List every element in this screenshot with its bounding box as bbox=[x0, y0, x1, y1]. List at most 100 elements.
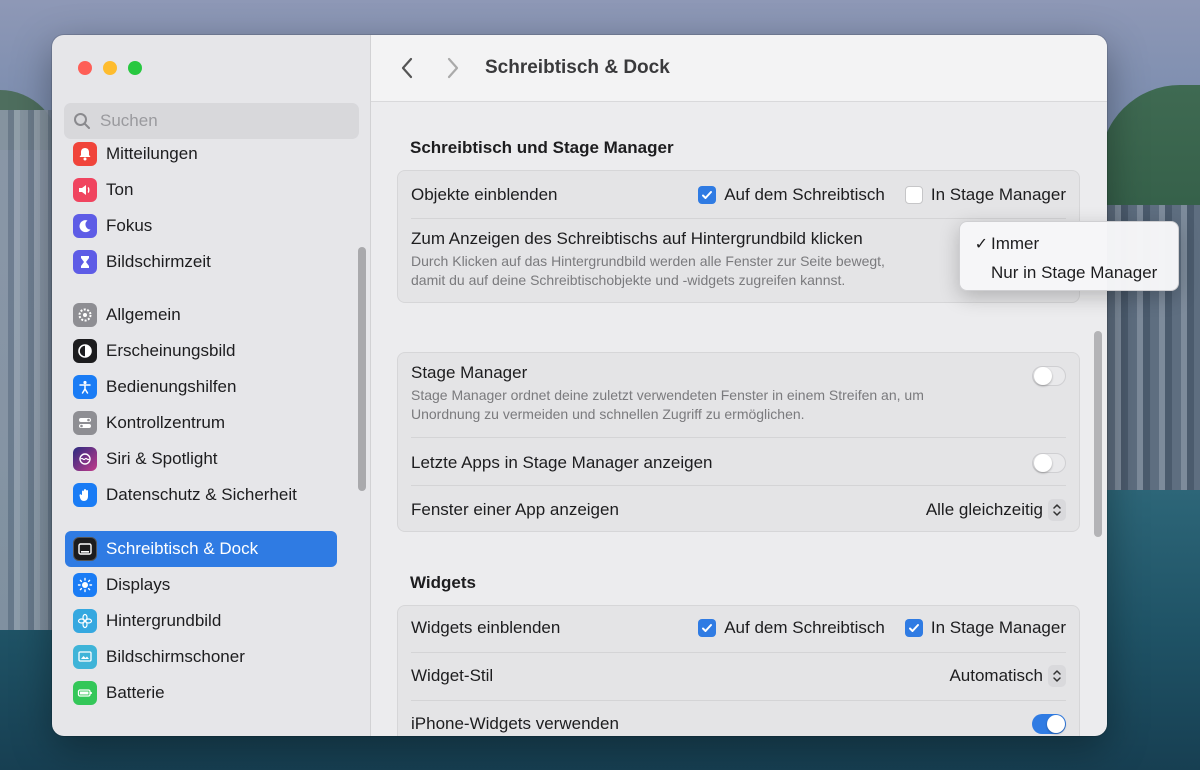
search-field[interactable] bbox=[64, 103, 359, 139]
minimize-window-button[interactable] bbox=[103, 61, 117, 75]
menu-item-label: Immer bbox=[991, 233, 1040, 253]
stage-manager-description: Stage Manager ordnet deine zuletzt verwe… bbox=[411, 386, 924, 424]
settings-content: Schreibtisch und Stage Manager Objekte e… bbox=[371, 103, 1107, 736]
section-title-desktop: Schreibtisch und Stage Manager bbox=[410, 138, 674, 157]
battery-icon bbox=[73, 681, 97, 705]
row-divider bbox=[411, 485, 1066, 486]
show-widgets-row: Widgets einblenden Auf dem Schreibtisch bbox=[411, 614, 1066, 642]
forward-button[interactable] bbox=[441, 56, 465, 80]
sidebar-item-label: Bildschirmschoner bbox=[106, 647, 245, 666]
app-windows-popup[interactable]: Alle gleichzeitig bbox=[926, 499, 1066, 521]
window-controls bbox=[78, 61, 142, 75]
sidebar-item-label: Siri & Spotlight bbox=[106, 449, 218, 468]
recent-apps-label: Letzte Apps in Stage Manager anzeigen bbox=[411, 453, 713, 472]
sidebar-item-label: Hintergrundbild bbox=[106, 611, 222, 630]
sidebar-item-label: Erscheinungsbild bbox=[106, 341, 236, 360]
sidebar-item-hintergrundbild[interactable]: Hintergrundbild bbox=[65, 603, 337, 639]
checkbox-checked-icon[interactable] bbox=[904, 619, 923, 637]
sidebar-item-kontrollzentrum[interactable]: Kontrollzentrum bbox=[65, 405, 337, 441]
sidebar-item-datenschutz[interactable]: Datenschutz & Sicherheit bbox=[65, 477, 337, 513]
widgets-stage-manager-checkbox[interactable]: In Stage Manager bbox=[904, 618, 1066, 638]
row-divider bbox=[411, 700, 1066, 701]
popup-value: Alle gleichzeitig bbox=[925, 500, 1043, 519]
menu-item-immer[interactable]: ✓ Immer bbox=[960, 229, 1178, 258]
sidebar-item-allgemein[interactable]: Allgemein bbox=[65, 297, 337, 333]
menu-item-nur-stage-manager[interactable]: Nur in Stage Manager bbox=[960, 258, 1178, 287]
flower-icon bbox=[73, 609, 97, 633]
chevron-right-icon bbox=[447, 57, 459, 79]
back-button[interactable] bbox=[395, 56, 419, 80]
checkbox-unchecked-icon[interactable] bbox=[904, 186, 923, 204]
sidebar-item-label: Datenschutz & Sicherheit bbox=[106, 485, 297, 504]
zoom-window-button[interactable] bbox=[128, 61, 142, 75]
row-divider bbox=[411, 218, 1066, 219]
iphone-widgets-toggle[interactable] bbox=[1032, 714, 1066, 734]
description-line: Stage Manager ordnet deine zuletzt verwe… bbox=[411, 387, 924, 403]
show-items-label: Objekte einblenden bbox=[411, 185, 558, 204]
hand-icon bbox=[73, 483, 97, 507]
row-divider bbox=[411, 437, 1066, 438]
toggle-knob bbox=[1034, 454, 1052, 472]
checkbox-checked-icon[interactable] bbox=[698, 186, 717, 204]
checkbox-checked-icon[interactable] bbox=[698, 619, 717, 637]
description-line: Unordnung zu vermeiden und schnellen Zug… bbox=[411, 406, 805, 422]
widget-style-popup[interactable]: Automatisch bbox=[949, 665, 1066, 687]
siri-icon bbox=[73, 447, 97, 471]
gear-icon bbox=[73, 303, 97, 327]
search-input[interactable] bbox=[100, 111, 340, 131]
widgets-desktop-checkbox[interactable]: Auf dem Schreibtisch bbox=[698, 618, 885, 638]
sidebar-scrollbar[interactable] bbox=[358, 247, 366, 491]
stage-manager-toggle[interactable] bbox=[1032, 366, 1066, 386]
up-down-chevron-icon bbox=[1048, 499, 1066, 521]
checkbox-label: In Stage Manager bbox=[930, 618, 1066, 637]
moon-icon bbox=[73, 214, 97, 238]
stage-manager-label: Stage Manager bbox=[411, 363, 528, 382]
menu-item-label: Nur in Stage Manager bbox=[991, 262, 1158, 282]
section-title-widgets: Widgets bbox=[410, 573, 476, 592]
sidebar-item-bedienungshilfen[interactable]: Bedienungshilfen bbox=[65, 369, 337, 405]
sidebar: Mitteilungen Ton Fokus Bildschirmzeit bbox=[52, 35, 371, 736]
sidebar-item-label: Ton bbox=[106, 180, 134, 199]
up-down-chevron-icon bbox=[1048, 665, 1066, 687]
sidebar-item-ton[interactable]: Ton bbox=[65, 172, 337, 208]
show-widgets-options: Auf dem Schreibtisch In Stage Manager bbox=[698, 618, 1066, 638]
iphone-widgets-label: iPhone-Widgets verwenden bbox=[411, 714, 619, 733]
click-wallpaper-menu: ✓ Immer Nur in Stage Manager bbox=[959, 221, 1179, 291]
row-divider bbox=[411, 652, 1066, 653]
desktop-items-checkbox[interactable]: Auf dem Schreibtisch bbox=[698, 185, 885, 205]
sidebar-item-bildschirmzeit[interactable]: Bildschirmzeit bbox=[65, 244, 337, 280]
sidebar-list: Mitteilungen Ton Fokus Bildschirmzeit Al… bbox=[52, 140, 370, 736]
main-pane: Schreibtisch & Dock Schreibtisch und Sta… bbox=[371, 35, 1107, 736]
bell-icon bbox=[73, 142, 97, 166]
sidebar-item-schreibtisch-dock[interactable]: Schreibtisch & Dock bbox=[65, 531, 337, 567]
stage-manager-group: Stage Manager Stage Manager ordnet deine… bbox=[397, 352, 1080, 532]
sidebar-item-bildschirmschoner[interactable]: Bildschirmschoner bbox=[65, 639, 337, 675]
sidebar-item-label: Kontrollzentrum bbox=[106, 413, 226, 432]
accessibility-icon bbox=[73, 375, 97, 399]
close-window-button[interactable] bbox=[78, 61, 92, 75]
checkbox-label: Auf dem Schreibtisch bbox=[724, 618, 885, 637]
hourglass-icon bbox=[73, 250, 97, 274]
toggle-knob bbox=[1034, 367, 1052, 385]
recent-apps-toggle[interactable] bbox=[1032, 453, 1066, 473]
show-items-options: Auf dem Schreibtisch In Stage Manager bbox=[698, 185, 1066, 205]
sidebar-item-label: Schreibtisch & Dock bbox=[106, 539, 259, 558]
sidebar-item-erscheinungsbild[interactable]: Erscheinungsbild bbox=[65, 333, 337, 369]
sidebar-item-fokus[interactable]: Fokus bbox=[65, 208, 337, 244]
widget-style-label: Widget-Stil bbox=[411, 666, 494, 685]
stage-manager-items-checkbox[interactable]: In Stage Manager bbox=[904, 185, 1066, 205]
sidebar-item-displays[interactable]: Displays bbox=[65, 567, 337, 603]
sidebar-item-batterie[interactable]: Batterie bbox=[65, 675, 337, 711]
sidebar-item-label: Allgemein bbox=[106, 305, 181, 324]
popup-value: Automatisch bbox=[949, 666, 1043, 685]
widget-style-row: Widget-Stil Automatisch bbox=[411, 662, 1066, 690]
sidebar-item-label: Fokus bbox=[106, 216, 153, 235]
search-icon bbox=[74, 113, 90, 129]
sidebar-item-siri-spotlight[interactable]: Siri & Spotlight bbox=[65, 441, 337, 477]
app-windows-label: Fenster einer App anzeigen bbox=[411, 500, 619, 519]
control-center-icon bbox=[73, 411, 97, 435]
speaker-icon bbox=[73, 178, 97, 202]
stage-manager-row: Stage Manager Stage Manager ordnet deine… bbox=[411, 363, 1066, 424]
content-scrollbar[interactable] bbox=[1094, 331, 1102, 537]
sidebar-item-mitteilungen[interactable]: Mitteilungen bbox=[65, 140, 337, 172]
